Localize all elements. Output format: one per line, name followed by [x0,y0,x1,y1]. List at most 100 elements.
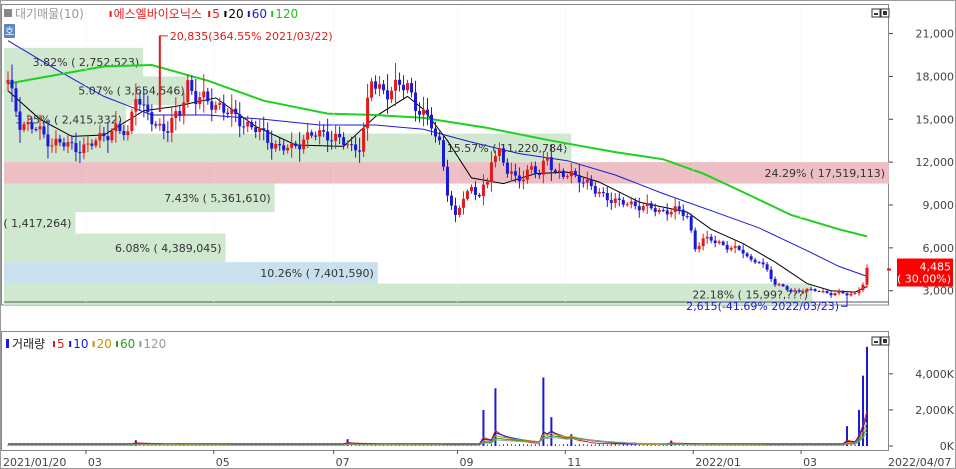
candle-body [717,241,721,244]
candle-body [533,166,537,175]
candle-body [142,104,146,106]
candle-body [50,145,54,147]
candle-body [597,191,601,194]
volume-profile-label: 10.26% ( 7,401,590) [260,267,374,280]
legend-item: 120 [143,337,166,351]
candle-body [78,152,82,154]
candle-body [286,147,290,151]
price-tick-label: 15,000 [916,113,955,126]
candle-body [505,162,509,174]
candle-body [501,148,505,163]
candle-body [809,288,813,290]
candle-body [861,284,865,291]
candle-body [701,238,705,247]
candle-body [298,145,302,150]
candle-body [222,103,226,113]
window-button-glyph [883,339,887,343]
candle-body [749,256,753,260]
price-tick-label: 3,000 [923,285,955,298]
candle-body [162,123,166,132]
legend-swatch [92,341,95,347]
candle-body [621,199,625,205]
candle-body [553,170,557,173]
candle-body [422,109,426,115]
maximize-button[interactable] [880,8,890,18]
candle-body [266,129,270,143]
candle-body [426,109,430,115]
candle-body [757,262,761,264]
candle-body [358,150,362,152]
volume-profile-label: 7.43% ( 5,361,610) [164,192,271,205]
x-tick-label: 11 [567,456,581,469]
candle-body [477,194,481,197]
candle-body [70,142,74,144]
price-tick-label: 9,000 [923,199,955,212]
minimize-button[interactable] [871,336,881,346]
candle-body [541,160,545,175]
window-button-glyph [874,13,878,15]
legend-item: 거래량 [12,337,45,351]
candle-body [94,140,98,146]
candle-body [202,91,206,98]
candle-body [302,139,306,150]
candle-body [785,286,789,290]
candle-body [761,262,765,265]
maximize-button[interactable] [880,336,890,346]
candle-body [306,132,310,140]
side-tag-label: 호 [5,26,14,38]
candle-body [146,104,150,113]
candle-body [457,207,461,215]
candle-body [461,198,465,208]
candle-body [206,91,210,102]
price-tick-label: 12,000 [916,156,955,169]
x-tick-label: 09 [459,456,473,469]
candle-body [681,209,685,217]
candle-body [481,184,485,197]
candle-body [330,140,334,142]
candle-body [294,143,298,146]
candle-body [90,143,94,146]
candle-body [845,293,849,296]
volume-profile-label: 3.82% ( 2,752,523) [33,56,140,69]
candle-body [82,144,86,154]
candle-body [166,131,170,133]
candle-body [42,126,46,135]
candle-body [226,112,230,114]
candle-body [693,230,697,250]
legend-item: 대기매물(10) [15,7,84,21]
candle-body [6,79,10,84]
volume-profile-label: 1.96% ( 1,417,264) [0,217,71,230]
candle-body [382,84,386,91]
legend-swatch [271,11,274,17]
x-tick-label: 03 [803,456,817,469]
candle-body [441,140,445,167]
candle-body [801,291,805,293]
candle-body [398,79,402,85]
minimize-button[interactable] [871,8,881,18]
legend-swatch [53,341,55,347]
candle-body [174,111,178,118]
candle-body [805,288,809,292]
candle-body [709,236,713,241]
candle-body [10,79,14,89]
candle-body [246,121,250,127]
candle-body [729,247,733,250]
side-tag-button[interactable]: 호 [4,24,15,38]
x-tick-label: 07 [336,456,350,469]
candle-body [485,181,489,185]
candle-body [765,264,769,270]
candle-body [577,175,581,183]
candle-body [849,293,853,296]
high-annotation-label: 20,835(364.55% 2021/03/22) [170,30,333,43]
x-tick-label: 2022/04/07 [888,456,951,469]
candle-body [521,179,525,182]
candle-body [617,198,621,200]
candle-body [673,206,677,212]
current-price-change: ( 30.00%) [897,273,951,286]
candle-body [98,133,102,141]
candle-body [569,171,573,177]
candle-body [585,179,589,183]
x-tick-label: 05 [216,456,230,469]
candle-body [38,126,42,130]
candle-body [374,81,378,89]
